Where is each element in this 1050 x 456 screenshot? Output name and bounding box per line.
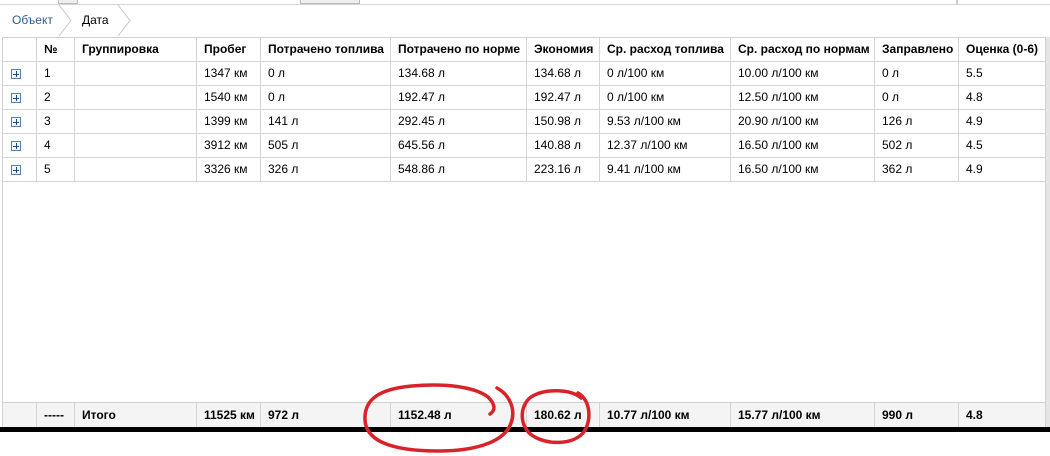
cell-number: 2 [37,86,75,110]
totals-fuel-norm: 1152.48 л [391,403,527,428]
cell-mileage: 1399 км [197,110,261,134]
expand-plus-icon[interactable] [11,69,21,79]
column-header-grouping[interactable]: Группировка [75,38,197,62]
cell-avg-fuel: 0 л/100 км [600,62,731,86]
cell-avg-norm: 12.50 л/100 км [731,86,875,110]
cell-fuel-spent: 141 л [261,110,391,134]
cell-grouping [75,86,197,110]
cell-score: 4.9 [959,158,1045,182]
breadcrumb-item-date[interactable]: Дата [82,5,109,36]
table-header-row: № Группировка Пробег Потрачено топлива П… [3,38,1045,62]
cell-grouping [75,110,197,134]
cell-refueled: 362 л [875,158,959,182]
cell-economy: 150.98 л [527,110,600,134]
column-header-fuel-norm[interactable]: Потрачено по норме [391,38,527,62]
cell-economy: 223.16 л [527,158,600,182]
cell-fuel-norm: 134.68 л [391,62,527,86]
cell-fuel-spent: 0 л [261,62,391,86]
toolbar-tab[interactable] [58,0,78,4]
column-header-score[interactable]: Оценка (0-6) [959,38,1045,62]
cell-avg-fuel: 9.53 л/100 км [600,110,731,134]
cell-mileage: 3912 км [197,134,261,158]
column-header-economy[interactable]: Экономия [527,38,600,62]
cell-refueled: 0 л [875,62,959,86]
cell-mileage: 1347 км [197,62,261,86]
table-row[interactable]: 3 1399 км 141 л 292.45 л 150.98 л 9.53 л… [3,110,1045,134]
bottom-black-line [0,427,1050,432]
cell-avg-fuel: 9.41 л/100 км [600,158,731,182]
cell-refueled: 126 л [875,110,959,134]
cell-score: 4.5 [959,134,1045,158]
totals-mileage: 11525 км [197,403,261,428]
cell-grouping [75,62,197,86]
cell-grouping [75,158,197,182]
column-header-refueled[interactable]: Заправлено [875,38,959,62]
cell-refueled: 502 л [875,134,959,158]
column-header-avg-norm[interactable]: Ср. расход по нормам [731,38,875,62]
column-header-avg-fuel[interactable]: Ср. расход топлива [600,38,731,62]
totals-label: Итого [75,403,197,428]
table-row[interactable]: 2 1540 км 0 л 192.47 л 192.47 л 0 л/100 … [3,86,1045,110]
totals-avg-norm: 15.77 л/100 км [731,403,875,428]
vertical-scrollbar[interactable] [1046,37,1050,427]
cell-fuel-norm: 292.45 л [391,110,527,134]
cell-number: 5 [37,158,75,182]
toolbar-tab[interactable] [300,0,360,4]
cell-economy: 134.68 л [527,62,600,86]
cell-avg-norm: 10.00 л/100 км [731,62,875,86]
column-header-expand [3,38,37,62]
cell-score: 4.9 [959,110,1045,134]
cell-mileage: 3326 км [197,158,261,182]
cell-fuel-norm: 192.47 л [391,86,527,110]
cell-avg-norm: 20.90 л/100 км [731,110,875,134]
expand-plus-icon[interactable] [11,117,21,127]
table-row[interactable]: 4 3912 км 505 л 645.56 л 140.88 л 12.37 … [3,134,1045,158]
expand-plus-icon[interactable] [11,165,21,175]
cell-number: 1 [37,62,75,86]
report-table: № Группировка Пробег Потрачено топлива П… [2,37,1046,428]
cell-number: 3 [37,110,75,134]
chevron-right-icon [117,5,131,36]
cell-grouping [75,134,197,158]
expand-plus-icon[interactable] [11,141,21,151]
table-totals-row: ----- Итого 11525 км 972 л 1152.48 л 180… [3,402,1045,428]
cell-score: 5.5 [959,62,1045,86]
totals-economy: 180.62 л [527,403,600,428]
cell-economy: 140.88 л [527,134,600,158]
cell-refueled: 0 л [875,86,959,110]
cell-avg-fuel: 12.37 л/100 км [600,134,731,158]
table-row[interactable]: 1 1347 км 0 л 134.68 л 134.68 л 0 л/100 … [3,62,1045,86]
column-header-number[interactable]: № [37,38,75,62]
cell-fuel-norm: 645.56 л [391,134,527,158]
cell-fuel-spent: 0 л [261,86,391,110]
cell-score: 4.8 [959,86,1045,110]
table-row[interactable]: 5 3326 км 326 л 548.86 л 223.16 л 9.41 л… [3,158,1045,182]
table-empty-area [3,183,1045,403]
column-header-fuel-spent[interactable]: Потрачено топлива [261,38,391,62]
cell-fuel-norm: 548.86 л [391,158,527,182]
cell-avg-norm: 16.50 л/100 км [731,134,875,158]
cell-economy: 192.47 л [527,86,600,110]
totals-fuel-spent: 972 л [261,403,391,428]
totals-refueled: 990 л [875,403,959,428]
expand-plus-icon[interactable] [11,93,21,103]
cell-number: 4 [37,134,75,158]
chevron-right-icon [58,5,72,36]
cell-fuel-spent: 326 л [261,158,391,182]
breadcrumb-item-object[interactable]: Объект [12,5,53,36]
cell-avg-norm: 16.50 л/100 км [731,158,875,182]
cell-avg-fuel: 0 л/100 км [600,86,731,110]
breadcrumb: Объект Дата [0,5,1050,36]
cell-mileage: 1540 км [197,86,261,110]
totals-avg-fuel: 10.77 л/100 км [600,403,731,428]
totals-number: ----- [37,403,75,428]
totals-score: 4.8 [966,408,983,422]
column-header-mileage[interactable]: Пробег [197,38,261,62]
totals-spacer [3,403,37,428]
cell-fuel-spent: 505 л [261,134,391,158]
